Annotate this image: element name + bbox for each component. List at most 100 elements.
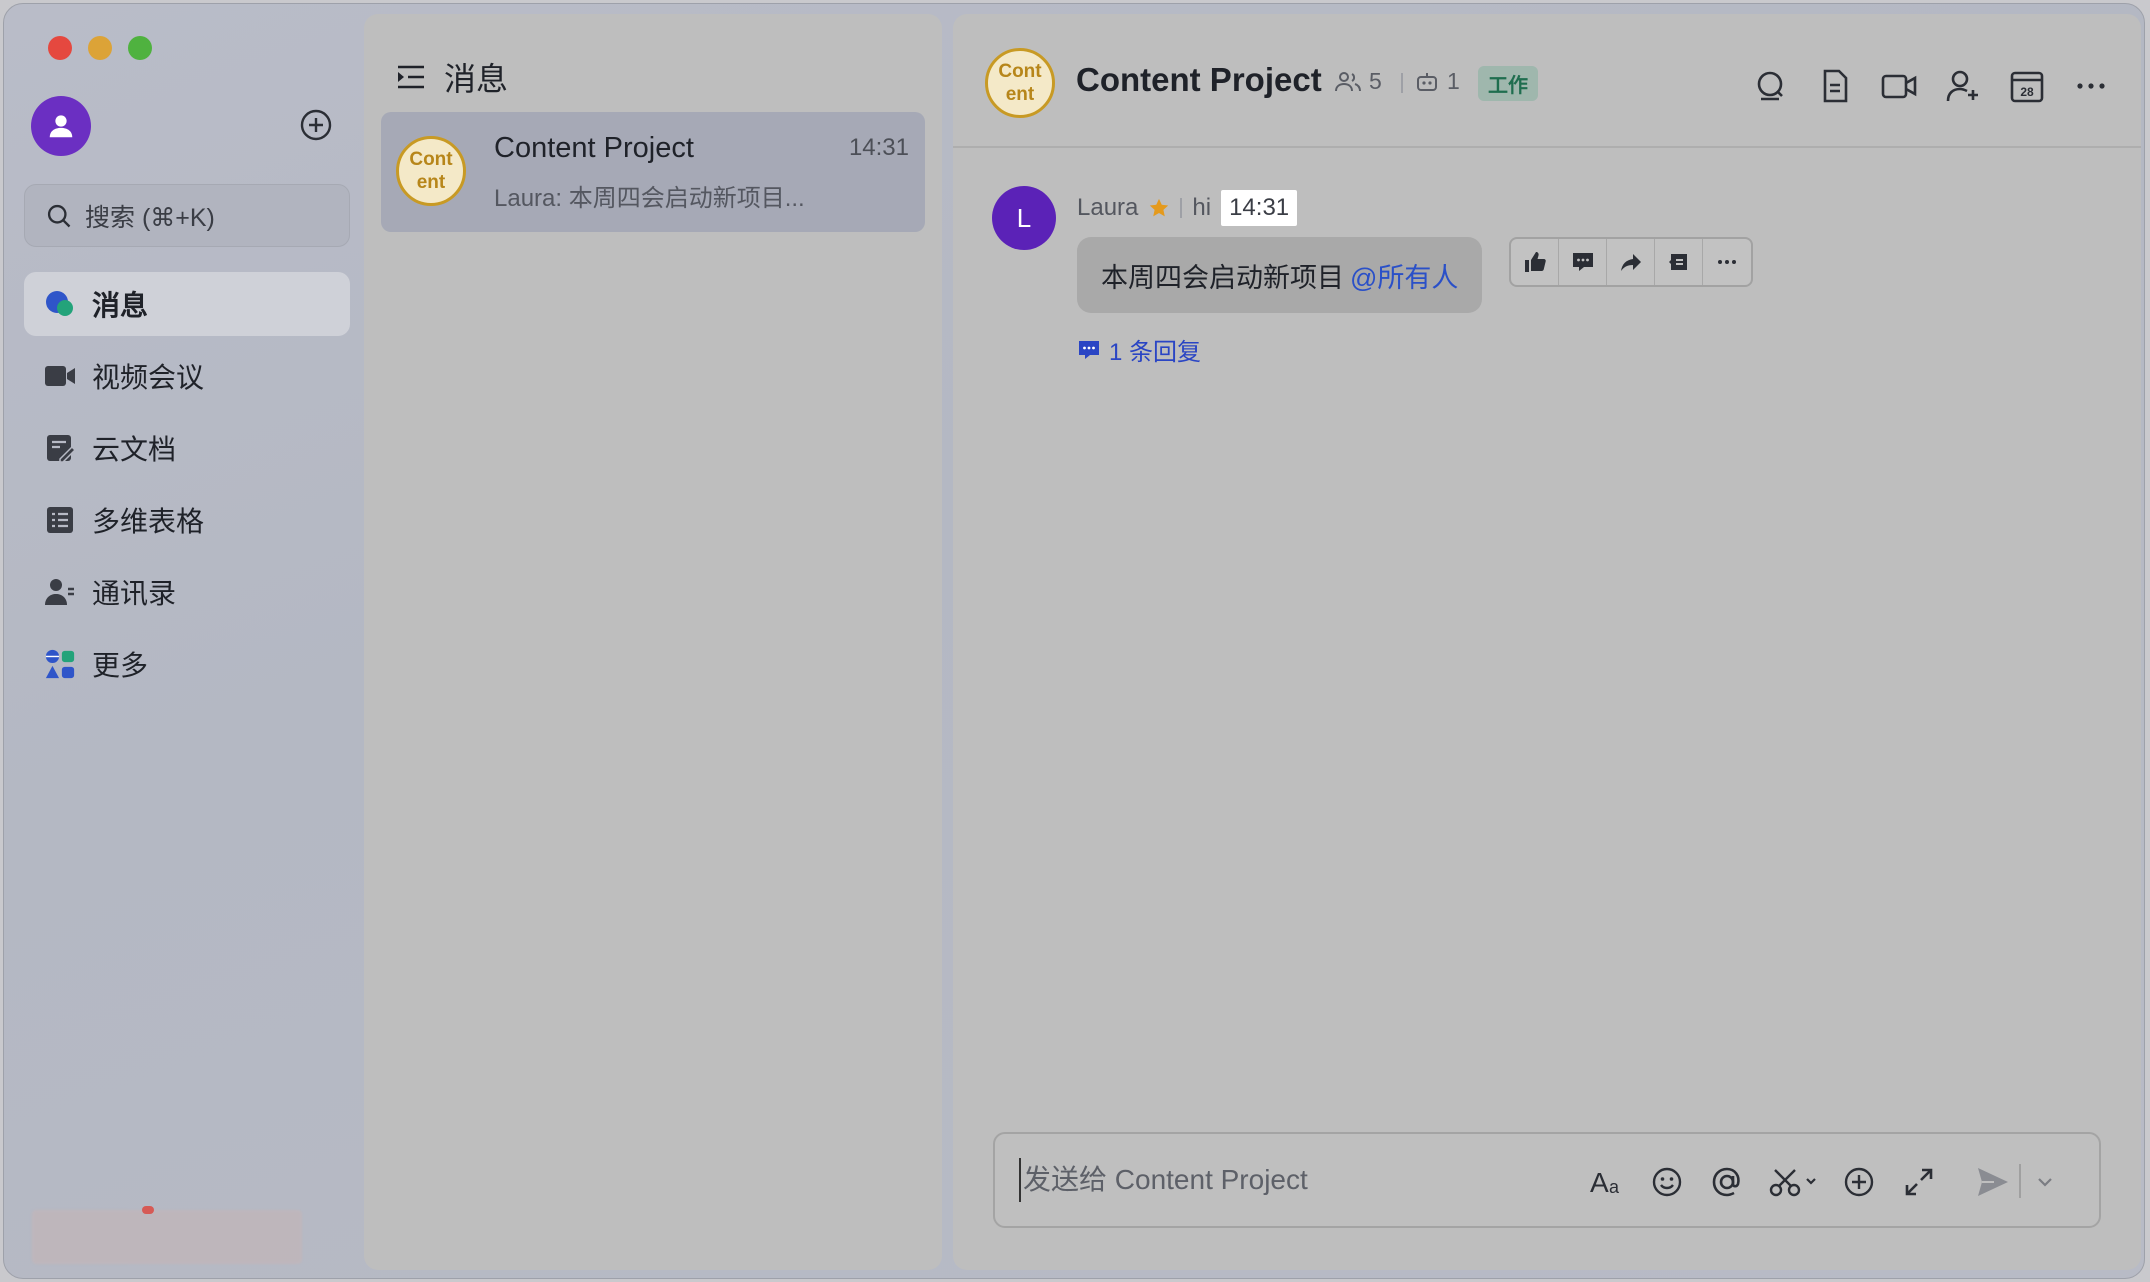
thread-icon: [1079, 340, 1099, 359]
reply-button[interactable]: [1559, 239, 1607, 285]
chat-title[interactable]: Content Project: [1076, 61, 1322, 99]
chat-panel: Cont ent Content Project 5 1 工作 28 L Laur…: [953, 14, 2141, 1270]
sender-name[interactable]: Laura: [1077, 194, 1138, 222]
panel-title: 消息: [444, 61, 509, 97]
svg-text:a: a: [1609, 1177, 1620, 1197]
reply-count: 1 条回复: [1109, 339, 1202, 366]
search-box[interactable]: 搜索 (⌘+K): [24, 184, 350, 247]
conversation-preview: Laura: 本周四会启动新项目...: [494, 185, 805, 212]
forward-arrow-icon: [1620, 254, 1641, 271]
apps-grid-icon: [44, 648, 76, 680]
chat-header: Cont ent Content Project 5 1 工作 28: [953, 14, 2141, 148]
work-tag: 工作: [1478, 66, 1538, 101]
group-avatar: Cont ent: [396, 136, 466, 206]
chat-group-avatar[interactable]: Cont ent: [985, 48, 1055, 118]
conversation-item[interactable]: Cont ent Content Project 14:31 Laura: 本周四…: [381, 112, 925, 232]
quote-button[interactable]: [1655, 239, 1703, 285]
sidebar-item-label: 视频会议: [92, 362, 205, 393]
minimize-window-button[interactable]: [88, 36, 112, 60]
quote-icon: [1668, 254, 1687, 270]
message-composer: Aa: [993, 1132, 2101, 1228]
sender-status: hi: [1192, 194, 1212, 221]
sidebar-item-bitable[interactable]: 多维表格: [24, 488, 350, 552]
sidebar-item-contacts[interactable]: 通讯录: [24, 560, 350, 624]
ellipsis-icon: [1718, 260, 1736, 264]
notification-dot: [142, 1206, 154, 1214]
app-window: 搜索 (⌘+K) 消息 视频会议 云文档 多维表格 通讯录 更多 消息 Cont…: [3, 3, 2145, 1279]
mention-icon[interactable]: [1709, 1164, 1745, 1200]
add-attachment-icon[interactable]: [1841, 1164, 1877, 1200]
mention-all[interactable]: @所有人: [1350, 256, 1458, 295]
conversation-list-panel: 消息 Cont ent Content Project 14:31 Laura: …: [364, 14, 942, 1270]
sender-avatar[interactable]: L: [992, 186, 1056, 250]
message-time: 14:31: [1221, 190, 1298, 226]
avatar-text: ent: [416, 172, 446, 193]
sidebar-item-label: 多维表格: [92, 506, 205, 537]
robot-icon: [1417, 72, 1437, 91]
zoom-window-button[interactable]: [128, 36, 152, 60]
conversation-time: 14:31: [848, 134, 909, 161]
conversation-title: Content Project: [494, 132, 694, 164]
video-camera-icon: [44, 360, 76, 392]
sidebar-item-label: 通讯录: [92, 578, 177, 609]
person-icon: [49, 115, 73, 138]
blurred-status-bar: [32, 1210, 302, 1264]
cloud-doc-icon: [44, 432, 76, 464]
divider: [1180, 198, 1183, 218]
sidebar-item-cloud-docs[interactable]: 云文档: [24, 416, 350, 480]
bot-count[interactable]: 1: [1415, 68, 1460, 95]
thread-replies-link[interactable]: 1 条回复: [1077, 332, 1201, 367]
reply-bubble-icon: [1572, 253, 1593, 271]
forward-button[interactable]: [1607, 239, 1655, 285]
search-icon: [47, 204, 71, 227]
avatar-text: Cont: [409, 149, 453, 170]
svg-text:A: A: [1590, 1167, 1609, 1198]
text-format-icon[interactable]: Aa: [1589, 1164, 1625, 1200]
divider: [1401, 73, 1403, 93]
message-input[interactable]: [1019, 1158, 1579, 1202]
contacts-icon: [44, 576, 76, 608]
member-count-value: 5: [1369, 68, 1382, 94]
collapse-list-icon[interactable]: [396, 63, 426, 91]
member-count[interactable]: 5: [1335, 68, 1382, 95]
calendar-icon[interactable]: 28: [2009, 68, 2045, 104]
sidebar-item-label: 消息: [92, 290, 149, 321]
conversation-list-header: 消息: [396, 54, 508, 100]
sidebar-item-more[interactable]: 更多: [24, 632, 350, 696]
search-chat-icon[interactable]: [1753, 68, 1789, 104]
sidebar-item-messages[interactable]: 消息: [24, 272, 350, 336]
sidebar-nav: 消息 视频会议 云文档 多维表格 通讯录 更多: [24, 272, 350, 704]
members-icon: [1335, 71, 1361, 91]
close-window-button[interactable]: [48, 36, 72, 60]
add-member-icon[interactable]: [1945, 68, 1981, 104]
sidebar-item-video-meeting[interactable]: 视频会议: [24, 344, 350, 408]
send-options-chevron-icon[interactable]: [2033, 1164, 2057, 1200]
like-button[interactable]: [1511, 239, 1559, 285]
more-options-icon[interactable]: [2073, 68, 2109, 104]
message-meta: Laura hi 14:31: [1077, 190, 1298, 226]
add-circle-icon[interactable]: [299, 108, 333, 142]
message-action-bar: [1509, 237, 1753, 287]
star-icon: [1150, 198, 1169, 217]
svg-text:28: 28: [2020, 85, 2034, 99]
user-avatar[interactable]: [31, 96, 91, 156]
video-call-icon[interactable]: [1881, 68, 1917, 104]
thumbs-up-icon: [1524, 252, 1546, 272]
avatar-text: ent: [1005, 84, 1035, 105]
message-bubble[interactable]: 本周四会启动新项目 @所有人: [1077, 237, 1483, 313]
sidebar-item-label: 更多: [92, 650, 149, 681]
table-icon: [44, 504, 76, 536]
divider: [2019, 1164, 2021, 1198]
message-text: 本周四会启动新项目: [1101, 262, 1344, 293]
emoji-icon[interactable]: [1649, 1164, 1685, 1200]
document-icon[interactable]: [1817, 68, 1853, 104]
message-more-button[interactable]: [1703, 239, 1751, 285]
search-placeholder: 搜索 (⌘+K): [85, 203, 215, 232]
chat-bubble-icon: [44, 288, 76, 320]
bot-count-value: 1: [1447, 68, 1460, 94]
expand-composer-icon[interactable]: [1901, 1164, 1937, 1200]
send-icon[interactable]: [1975, 1164, 2011, 1200]
avatar-text: Cont: [998, 61, 1042, 82]
screenshot-scissors-icon[interactable]: [1769, 1164, 1821, 1200]
sidebar-item-label: 云文档: [92, 434, 177, 465]
